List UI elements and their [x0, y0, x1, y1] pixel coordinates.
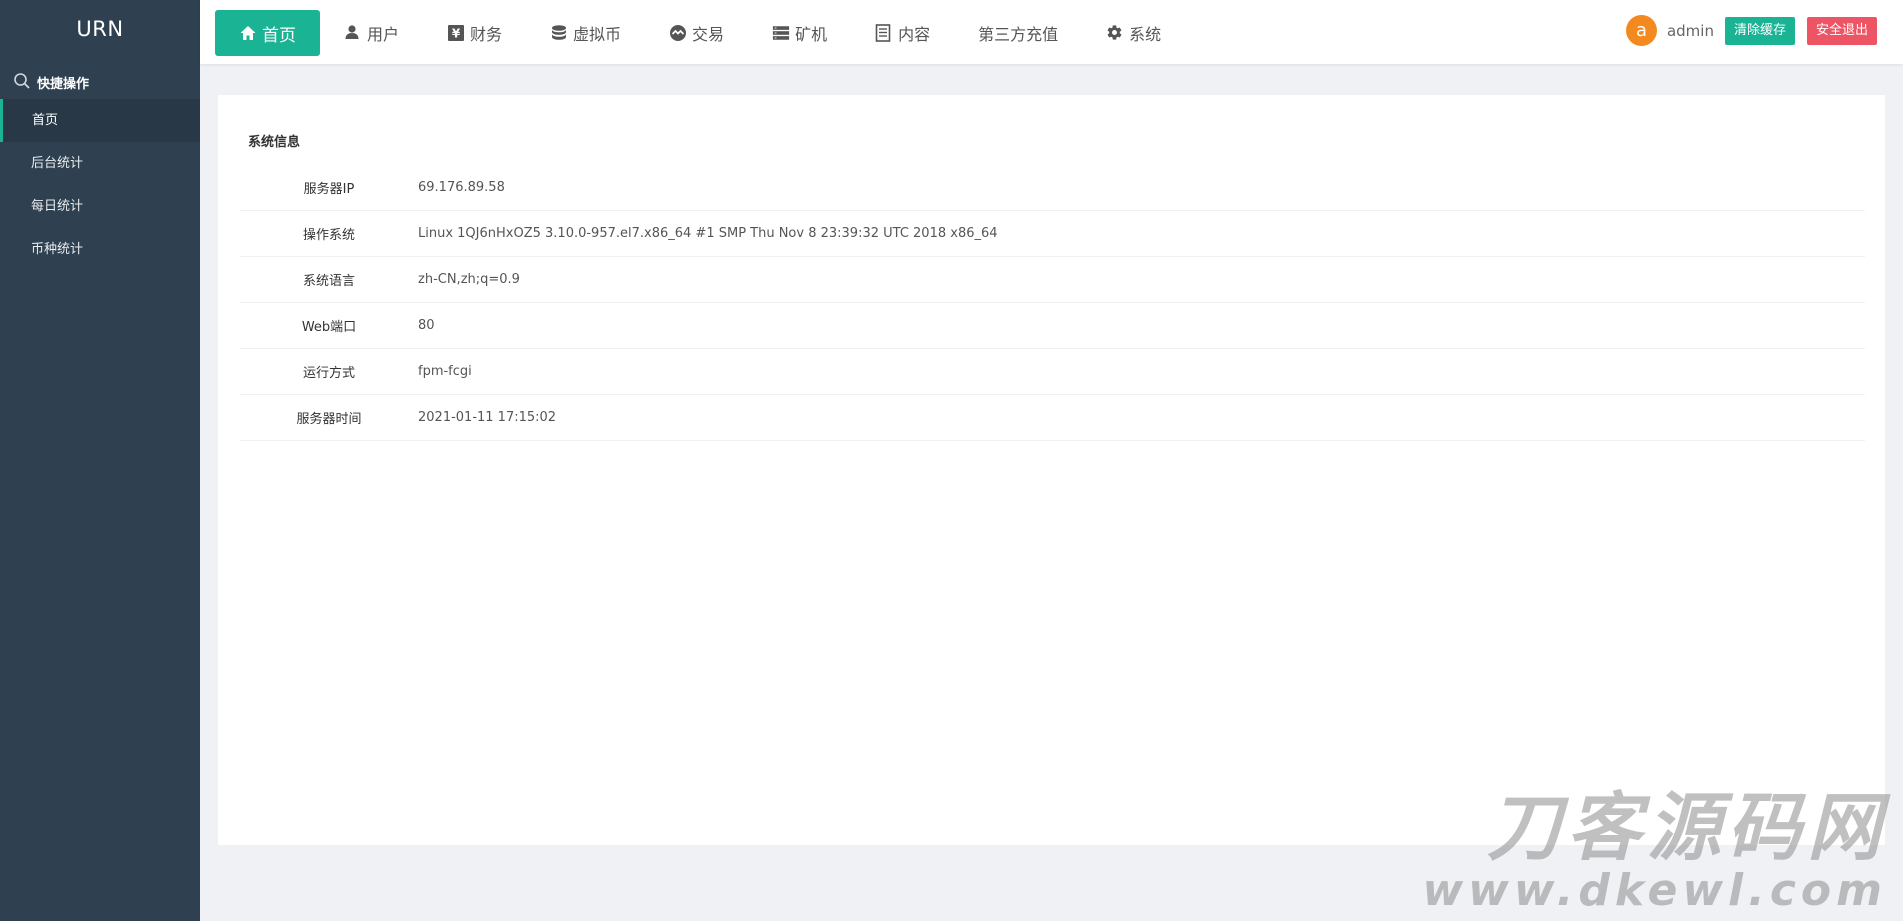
tab-label: 首页	[262, 25, 296, 46]
tab-label: 财务	[470, 25, 503, 44]
sidebar-item-backend-stats[interactable]: 后台统计	[0, 142, 200, 185]
sidebar-item-label: 币种统计	[31, 242, 84, 257]
row-key: 操作系统	[302, 228, 355, 243]
svg-text:¥: ¥	[452, 27, 461, 41]
table-row: 服务器IP 69.176.89.58	[240, 165, 1865, 211]
system-info-table: 服务器IP 69.176.89.58 操作系统 Linux 1QJ6nHxOZ5…	[240, 165, 1865, 441]
row-value: zh-CN,zh;q=0.9	[418, 272, 520, 287]
exchange-icon	[669, 24, 687, 42]
top-navbar: 首页 用户 ¥ 财务 虚拟币 交易 矿机 内容 第三方充值 系统 a admin…	[200, 0, 1903, 64]
sidebar-item-label: 每日统计	[31, 199, 84, 214]
watermark: 刀客源码网 www.dkewl.com	[1423, 787, 1887, 913]
table-row: 系统语言 zh-CN,zh;q=0.9	[240, 257, 1865, 303]
row-value: Linux 1QJ6nHxOZ5 3.10.0-957.el7.x86_64 #…	[418, 226, 998, 241]
logout-button[interactable]: 安全退出	[1806, 16, 1877, 45]
tab-label: 内容	[898, 25, 931, 44]
brand-title: URN	[76, 17, 124, 41]
tab-label: 用户	[367, 25, 400, 44]
user-box: a admin 清除缓存 安全退出	[1625, 15, 1877, 46]
top-tabs: 首页 用户 ¥ 财务 虚拟币 交易 矿机 内容 第三方充值 系统	[215, 10, 1189, 56]
row-key: 服务器IP	[303, 182, 355, 197]
quick-actions-header[interactable]: 快捷操作	[0, 65, 200, 99]
tab-label: 矿机	[795, 25, 828, 44]
sidebar-item-coin-stats[interactable]: 币种统计	[0, 228, 200, 271]
row-value: 2021-01-11 17:15:02	[418, 410, 557, 425]
tab-label: 虚拟币	[573, 25, 622, 44]
tab-finance[interactable]: ¥ 财务	[427, 10, 522, 56]
tab-system[interactable]: 系统	[1086, 10, 1181, 56]
quick-actions-label: 快捷操作	[37, 76, 90, 92]
tab-trade[interactable]: 交易	[649, 10, 744, 56]
sidebar-item-daily-stats[interactable]: 每日统计	[0, 185, 200, 228]
table-row: Web端口 80	[240, 303, 1865, 349]
table-row: 运行方式 fpm-fcgi	[240, 349, 1865, 395]
tab-home[interactable]: 首页	[215, 10, 320, 56]
tab-content[interactable]: 内容	[855, 10, 950, 56]
panel-title: 系统信息	[248, 135, 301, 150]
sidebar-item-label: 后台统计	[31, 156, 84, 171]
row-key: 运行方式	[302, 366, 355, 381]
home-icon	[239, 24, 257, 42]
user-icon	[344, 24, 362, 42]
sidebar-item-home[interactable]: 首页	[0, 99, 200, 142]
row-key: 系统语言	[302, 274, 355, 289]
row-value: 69.176.89.58	[418, 180, 505, 195]
document-icon	[875, 24, 893, 42]
row-value: 80	[418, 318, 435, 333]
row-key: 服务器时间	[296, 412, 362, 427]
sidebar: URN 快捷操作 首页 后台统计 每日统计 币种统计	[0, 0, 200, 921]
table-row: 操作系统 Linux 1QJ6nHxOZ5 3.10.0-957.el7.x86…	[240, 211, 1865, 257]
tab-label: 第三方充值	[978, 25, 1059, 44]
clear-cache-button[interactable]: 清除缓存	[1724, 16, 1795, 45]
system-info-panel: 系统信息 服务器IP 69.176.89.58 操作系统 Linux 1QJ6n…	[218, 95, 1885, 845]
tab-third-party-recharge[interactable]: 第三方充值	[958, 10, 1078, 56]
tab-label: 交易	[692, 25, 725, 44]
tab-virtual-coin[interactable]: 虚拟币	[530, 10, 641, 56]
server-icon	[772, 24, 790, 42]
search-icon	[13, 72, 33, 92]
watermark-url: www.dkewl.com	[1422, 865, 1887, 916]
row-value: fpm-fcgi	[418, 364, 472, 379]
avatar[interactable]: a	[1625, 15, 1657, 46]
row-key: Web端口	[301, 320, 357, 335]
tab-users[interactable]: 用户	[324, 10, 419, 56]
tab-label: 系统	[1129, 25, 1162, 44]
gear-icon	[1106, 24, 1124, 42]
table-row: 服务器时间 2021-01-11 17:15:02	[240, 395, 1865, 441]
sidebar-item-label: 首页	[32, 113, 59, 128]
username[interactable]: admin	[1667, 22, 1714, 40]
watermark-title: 刀客源码网	[1487, 785, 1887, 871]
tab-miner[interactable]: 矿机	[752, 10, 847, 56]
database-icon	[550, 24, 568, 42]
yen-icon: ¥	[447, 24, 465, 42]
